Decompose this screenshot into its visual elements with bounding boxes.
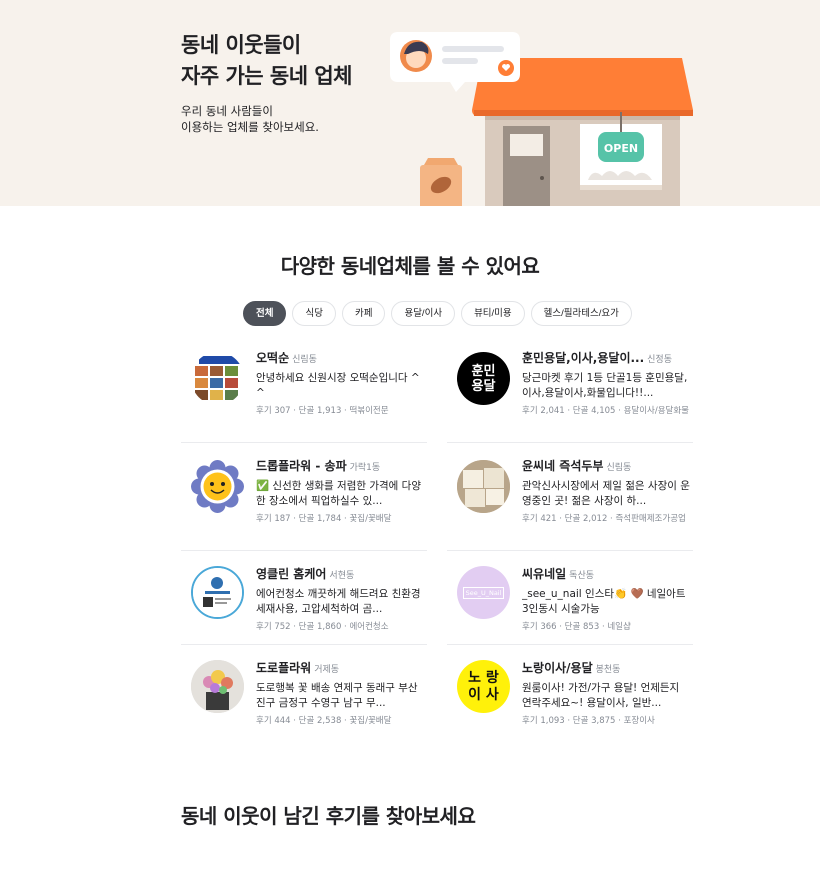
business-meta: 후기 421 · 단골 2,012 · 즉석판매제조가공업 [522,514,686,524]
divider [181,550,427,551]
business-info: 영클린 홈케어 서현동 에어컨청소 깨끗하게 해드려요 친환경 세재사용, 고압세… [256,566,426,633]
business-region: 독산동 [569,571,595,581]
divider [447,644,693,645]
business-name-text: 드롭플라워 - 송파 [256,459,347,473]
business-name: 도로플라워 거제동 [256,660,426,678]
thumbnail-text: 용달 [471,378,496,394]
business-meta: 후기 2,041 · 단골 4,105 · 용달이사/용달화물 [522,406,689,416]
business-meta: 후기 187 · 단골 1,784 · 꽃집/꽃배달 [256,514,392,524]
business-meta: 후기 1,093 · 단골 3,875 · 포장이사 [522,716,655,726]
divider [181,644,427,645]
business-meta: 후기 307 · 단골 1,913 · 떡볶이전문 [256,406,389,416]
business-name: 오떡순 신림동 [256,350,426,368]
business-name-text: 도로플라워 [256,661,312,675]
hero-title-line1: 동네 이웃들이 [181,33,301,57]
business-thumbnail [457,460,510,513]
business-name: 씨유네일 독산동 [522,566,692,584]
business-info: 노랑이사/용달 봉천동 원룸이사! 가전/가구 용달! 언제든지 연락주세요~! … [522,660,692,727]
tofu-thumbnail-icon [457,460,510,513]
business-info: 오떡순 신림동 안녕하세요 신원시장 오떡순입니다 ^^ 후기 307 · 단골 … [256,350,426,417]
divider [447,442,693,443]
flower-pot-thumbnail-icon [191,660,244,713]
tv-food-thumbnail-icon [191,352,244,405]
business-region: 거제동 [314,665,340,675]
business-thumbnail [191,566,244,619]
thumbnail-text: 훈민 [471,363,496,379]
business-info: 도로플라워 거제동 도로행복 꽃 배송 연제구 동래구 부산진구 금정구 수영구 … [256,660,426,727]
business-thumbnail: See_U_Nail [457,566,510,619]
business-region: 신림동 [606,463,632,473]
thumbnail-text: 노 랑 [468,669,499,686]
chip-cafe[interactable]: 카페 [341,301,386,326]
business-description: 에어컨청소 깨끗하게 해드려요 친환경 세재사용, 고압세척하여 곰... [256,588,421,615]
business-thumbnail: 훈민 용달 [457,352,510,405]
business-region: 서현동 [329,571,355,581]
hero-subtitle-line1: 우리 동네 사람들이 [181,104,273,118]
business-region: 신림동 [292,355,317,365]
business-name-text: 윤씨네 즉석두부 [522,459,604,473]
hero-title-line2: 자주 가는 동네 업체 [181,64,353,88]
business-info: 윤씨네 즉석두부 신림동 관악신사시장에서 제일 젊은 사장이 운영중인 곳! 젊… [522,458,692,525]
thumbnail-text: 이 사 [468,686,499,703]
chip-moving[interactable]: 용달/이사 [391,301,456,326]
business-name-text: 노랑이사/용달 [522,661,593,675]
business-region: 봉천동 [595,665,621,675]
business-meta: 후기 752 · 단골 1,860 · 에어컨청소 [256,622,389,632]
business-meta: 후기 444 · 단골 2,538 · 꽃집/꽃배달 [256,716,392,726]
section-title: 다양한 동네업체를 볼 수 있어요 [280,254,540,278]
business-description: 당근마켓 후기 1등 단골1등 훈민용달,이사,용달이사,화물입니다!!... [522,372,688,399]
divider [447,550,693,551]
business-name: 영클린 홈케어 서현동 [256,566,426,584]
chip-restaurant[interactable]: 식당 [292,301,336,326]
business-name: 훈민용달,이사,용달이... 신정동 [522,350,692,368]
business-info: 드롭플라워 - 송파 가락1동 ✅ 신선한 생화를 저렴한 가격에 다양한 장소에… [256,458,426,525]
business-description: 안녕하세요 신원시장 오떡순입니다 ^^ [256,372,420,399]
business-name: 노랑이사/용달 봉천동 [522,660,692,678]
hero-subtitle-line2: 이용하는 업체를 찾아보세요. [181,120,319,134]
business-name-text: 영클린 홈케어 [256,567,327,581]
chip-fitness[interactable]: 헬스/필라테스/요가 [530,301,632,326]
business-name-text: 훈민용달,이사,용달이... [522,351,645,365]
business-description: 관악신사시장에서 제일 젊은 사장이 운영중인 곳! 젊은 사장이 하... [522,480,690,507]
business-name: 드롭플라워 - 송파 가락1동 [256,458,426,476]
hero-subtitle: 우리 동네 사람들이 이용하는 업체를 찾아보세요. [181,103,319,135]
business-description: 도로행복 꽃 배송 연제구 동래구 부산진구 금정구 수영구 남구 무... [256,682,418,709]
chip-beauty[interactable]: 뷰티/미용 [461,301,525,326]
divider [181,442,427,443]
business-thumbnail [191,352,244,405]
chip-all[interactable]: 전체 [243,301,287,326]
business-meta: 후기 366 · 단골 853 · 네일샵 [522,622,631,632]
business-info: 훈민용달,이사,용달이... 신정동 당근마켓 후기 1등 단골1등 훈민용달,이… [522,350,692,417]
business-region: 신정동 [647,355,672,365]
reviews-section-title: 동네 이웃이 남긴 후기를 찾아보세요 [181,804,476,828]
business-name: 윤씨네 즉석두부 신림동 [522,458,692,476]
business-description: ✅ 신선한 생화를 저렴한 가격에 다양한 장소에서 픽업하실수 있... [256,480,422,507]
clean-logo-thumbnail-icon [193,568,242,617]
thumbnail-text: See_U_Nail [462,586,505,599]
open-sign-text: OPEN [604,142,638,155]
business-thumbnail [191,660,244,713]
business-description: _see_u_nail 인스타👏 🤎 네일아트 3인동시 시술가능 [522,588,686,615]
business-name-text: 오떡순 [256,351,290,365]
business-description: 원룸이사! 가전/가구 용달! 언제든지 연락주세요~! 용달이사, 일반... [522,682,680,709]
hero-title: 동네 이웃들이 자주 가는 동네 업체 [181,30,353,92]
storefront-illustration: OPEN [390,32,693,206]
hero-banner: 동네 이웃들이 자주 가는 동네 업체 우리 동네 사람들이 이용하는 업체를 … [0,0,820,206]
business-thumbnail: 노 랑 이 사 [457,660,510,713]
category-filter: 전체 식당 카페 용달/이사 뷰티/미용 헬스/필라테스/요가 [243,301,632,326]
bread-bag-icon [420,158,462,206]
business-name-text: 씨유네일 [522,567,567,581]
business-info: 씨유네일 독산동 _see_u_nail 인스타👏 🤎 네일아트 3인동시 시술가… [522,566,692,633]
flower-face-thumbnail-icon [191,460,244,513]
business-region: 가락1동 [349,463,381,473]
business-thumbnail [191,460,244,513]
